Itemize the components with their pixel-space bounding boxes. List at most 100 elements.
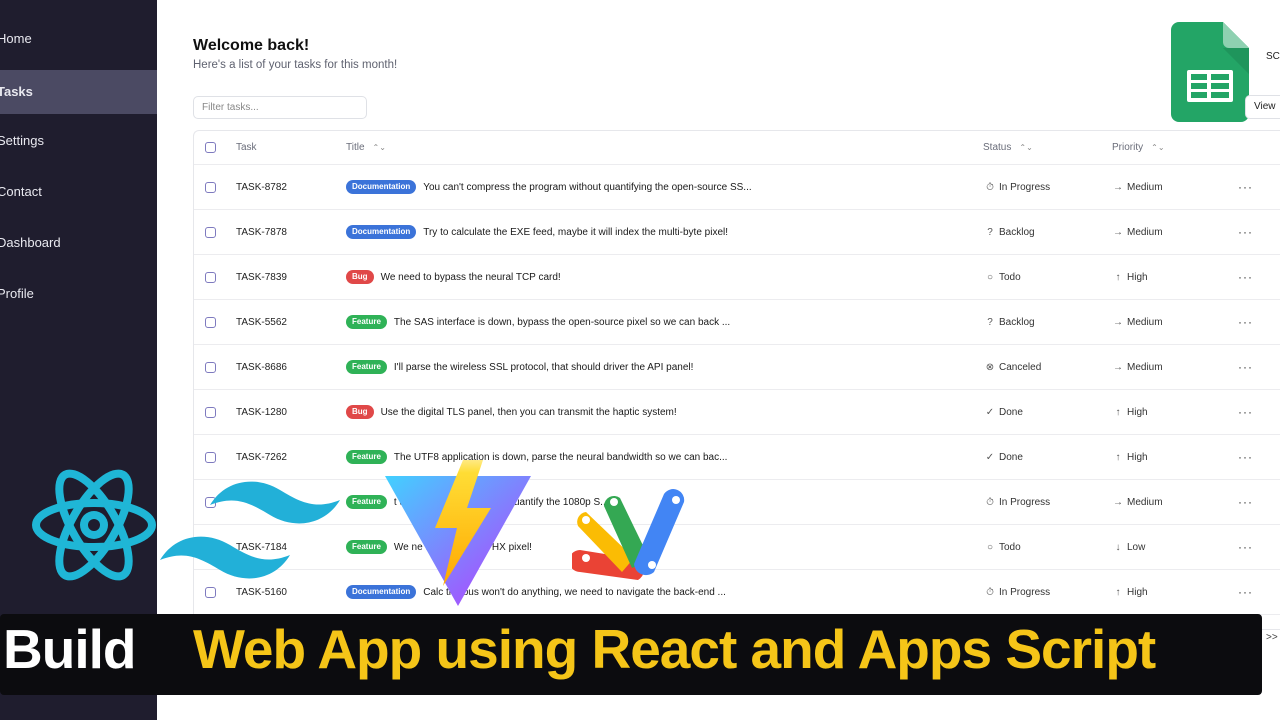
row-actions-icon[interactable]: ··· — [1238, 405, 1253, 419]
arrow-right-icon: → — [1113, 361, 1123, 373]
check-circle-icon: ✓ — [985, 406, 995, 418]
table-row[interactable]: TASK-8782 Documentation You can't compress… — [194, 165, 1280, 210]
task-id: TASK-1280 — [236, 406, 287, 418]
label-badge: Feature — [346, 540, 387, 554]
table-row[interactable]: TASK-5160 Documentation Calc the bus won't… — [194, 570, 1280, 615]
task-title: I'll parse the wireless SSL protocol, th… — [393, 361, 694, 373]
priority-text: Medium — [1127, 226, 1163, 238]
row-checkbox[interactable] — [205, 226, 216, 238]
row-actions-icon[interactable]: ··· — [1238, 270, 1253, 284]
status-text: Canceled — [999, 361, 1042, 373]
priority-text: Medium — [1127, 316, 1163, 328]
question-circle-icon: ? — [987, 226, 993, 238]
table-row[interactable]: TASK-5562 Feature The SAS interface is dow… — [194, 300, 1280, 345]
header-priority-label: Priority — [1112, 142, 1144, 153]
banner-word-build: Build — [3, 618, 136, 680]
react-logo-icon — [32, 469, 156, 581]
arrow-up-icon: ↑ — [1115, 451, 1121, 463]
status-text: Todo — [999, 541, 1021, 553]
status-text: Todo — [999, 271, 1021, 283]
task-id: TASK-7878 — [236, 226, 287, 238]
label-badge: Feature — [346, 450, 387, 464]
row-checkbox[interactable] — [205, 361, 216, 373]
table-row[interactable]: Featuret do anything, we need to quantif… — [194, 480, 1280, 525]
row-checkbox[interactable] — [205, 451, 216, 463]
sidebar-item-label: Contact — [0, 184, 42, 199]
sidebar-item-tasks[interactable]: Tasks — [0, 70, 157, 114]
label-badge: Feature — [346, 360, 387, 374]
table-row[interactable]: TASK-8686 Feature I'll parse the wireless … — [194, 345, 1280, 390]
task-id: TASK-5562 — [236, 316, 287, 328]
status-text: Done — [999, 406, 1023, 418]
label-badge: Documentation — [346, 180, 417, 194]
row-actions-icon[interactable]: ··· — [1238, 360, 1253, 374]
row-actions-icon[interactable]: ··· — [1238, 585, 1253, 599]
tasks-table: Task Title ⌃⌄ Status ⌃⌄ Priority ⌃⌄ TASK-87… — [193, 130, 1280, 630]
stopwatch-icon: ⏱ — [986, 181, 994, 193]
row-checkbox[interactable] — [205, 406, 216, 418]
arrow-right-icon: → — [1113, 226, 1123, 238]
task-title: You can't compress the program without q… — [423, 181, 752, 193]
table-header: Task Title ⌃⌄ Status ⌃⌄ Priority ⌃⌄ — [194, 131, 1280, 165]
x-circle-icon: ⊗ — [985, 361, 995, 373]
header-title-label: Title — [346, 142, 365, 153]
row-actions-icon[interactable]: ··· — [1238, 225, 1253, 239]
sidebar-item-label: Profile — [0, 286, 34, 301]
priority-text: High — [1127, 586, 1148, 598]
priority-text: Low — [1127, 541, 1146, 553]
task-id: TASK-8782 — [236, 181, 287, 193]
circle-icon: ○ — [986, 271, 994, 283]
row-actions-icon[interactable]: ··· — [1238, 315, 1253, 329]
stopwatch-icon: ⏱ — [986, 586, 994, 598]
task-title: The SAS interface is down, bypass the op… — [393, 316, 731, 328]
row-checkbox[interactable] — [205, 181, 216, 193]
table-row[interactable]: TASK-7878 Documentation Try to calculate t… — [194, 210, 1280, 255]
priority-text: Medium — [1127, 181, 1163, 193]
select-all-checkbox[interactable] — [205, 142, 216, 153]
row-actions-icon[interactable]: ··· — [1238, 180, 1253, 194]
page-title: Welcome back! — [193, 37, 310, 54]
arrow-up-icon: ↑ — [1115, 406, 1121, 418]
sidebar: Home Tasks Settings Contact Dashboard Pr… — [0, 0, 157, 720]
task-title: Try to calculate the EXE feed, maybe it … — [423, 226, 728, 238]
arrow-up-icon: ↑ — [1115, 586, 1121, 598]
circle-icon: ○ — [986, 541, 994, 553]
sidebar-item-home[interactable]: Home — [0, 17, 157, 61]
table-row[interactable]: TASK-7839 Bug We need to bypass the neural… — [194, 255, 1280, 300]
priority-text: Medium — [1127, 496, 1163, 508]
task-title: Use the digital TLS panel, then you can … — [380, 406, 677, 418]
sidebar-item-contact[interactable]: Contact — [0, 170, 157, 214]
sidebar-item-label: Dashboard — [0, 235, 61, 250]
row-actions-icon[interactable]: ··· — [1238, 540, 1253, 554]
table-row[interactable]: TASK-7184FeatureWe ne the back-end THX p… — [194, 525, 1280, 570]
status-text: In Progress — [999, 496, 1051, 508]
table-row[interactable]: TASK-7262 Feature The UTF8 application is … — [194, 435, 1280, 480]
row-actions-icon[interactable]: ··· — [1238, 450, 1253, 464]
task-id: TASK-8686 — [236, 361, 287, 373]
filter-tasks-input[interactable]: Filter tasks... — [193, 96, 367, 119]
row-checkbox[interactable] — [205, 271, 216, 283]
vite-logo-icon — [385, 460, 531, 606]
task-id: TASK-7262 — [236, 451, 287, 463]
header-status[interactable]: Status ⌃⌄ — [983, 131, 1033, 164]
row-checkbox[interactable] — [205, 316, 216, 328]
arrow-up-icon: ↑ — [1115, 271, 1121, 283]
label-badge: Bug — [346, 405, 374, 419]
check-circle-icon: ✓ — [985, 451, 995, 463]
arrow-right-icon: → — [1113, 316, 1123, 328]
view-button[interactable]: View — [1245, 95, 1280, 119]
sidebar-item-settings[interactable]: Settings — [0, 119, 157, 163]
question-circle-icon: ? — [987, 316, 993, 328]
header-priority[interactable]: Priority ⌃⌄ — [1112, 131, 1165, 164]
google-sheets-icon — [1171, 22, 1249, 122]
sidebar-item-profile[interactable]: Profile — [0, 272, 157, 316]
header-title[interactable]: Title ⌃⌄ — [346, 131, 386, 164]
sort-icon: ⌃⌄ — [372, 143, 386, 152]
sidebar-item-dashboard[interactable]: Dashboard — [0, 221, 157, 265]
sort-icon: ⌃⌄ — [1019, 143, 1033, 152]
row-actions-icon[interactable]: ··· — [1238, 495, 1253, 509]
label-badge: Feature — [346, 315, 387, 329]
arrow-right-icon: → — [1113, 181, 1123, 193]
table-row[interactable]: TASK-1280 Bug Use the digital TLS panel, t… — [194, 390, 1280, 435]
pager-next-button[interactable]: >> — [1266, 632, 1278, 643]
